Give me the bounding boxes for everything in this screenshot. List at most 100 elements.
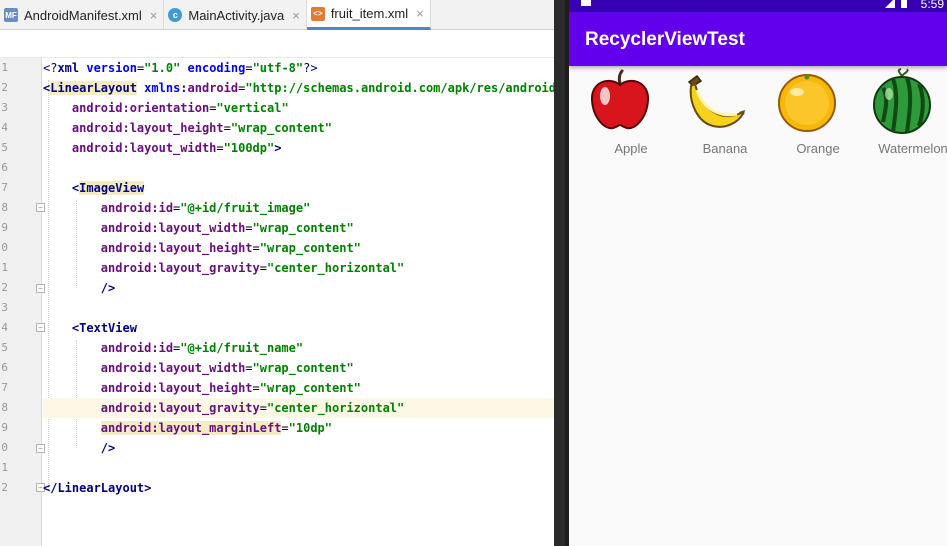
line-number: 8: [1, 401, 8, 414]
status-time: 5:59: [920, 0, 944, 11]
code-line: />: [43, 438, 554, 458]
code-line: android:layout_gravity="center_horizonta…: [43, 258, 554, 278]
banana-icon: [687, 74, 745, 128]
line-number: 1: [1, 461, 8, 474]
token-eq: =: [216, 141, 224, 155]
tab-label: MainActivity.java: [188, 7, 285, 23]
token-tag: xml: [57, 61, 87, 75]
tab-label: fruit_item.xml: [330, 6, 409, 21]
code-line: <ImageView: [43, 178, 554, 198]
token-attr: android:orientation: [71, 101, 210, 115]
line-number: 7: [1, 181, 8, 194]
watermelon-icon: [873, 68, 931, 134]
line-number: 2: [1, 481, 8, 494]
token-bracket: />: [100, 441, 116, 455]
code-line: android:id="@+id/fruit_image": [43, 198, 554, 218]
token-string: "utf-8": [252, 61, 304, 75]
manifest-file-icon: MF: [4, 8, 18, 22]
line-number: 9: [1, 221, 8, 234]
token-attr: encoding: [187, 61, 246, 75]
token-string: "wrap_content": [259, 241, 361, 255]
token-attr: android:layout_height: [100, 381, 253, 395]
pane-divider[interactable]: [554, 0, 569, 546]
token-tag: TextView: [79, 321, 137, 335]
token-attr: android:layout_width: [71, 141, 217, 155]
token-tag: ImageView: [79, 181, 145, 195]
emulator-screen: 5:59 RecyclerViewTest Apple Banana Orang…: [569, 0, 947, 546]
token-string: "1.0": [144, 61, 181, 75]
token-eq: =: [281, 421, 289, 435]
token-tag: LinearLayout: [57, 481, 145, 495]
token-string: "center_horizontal": [266, 261, 405, 275]
fruit-name: Watermelon: [878, 141, 947, 156]
orange-icon: [778, 74, 836, 132]
code-line: <LinearLayout xmlns:android="http://sche…: [43, 78, 554, 98]
line-number: 0: [1, 441, 8, 454]
close-icon[interactable]: ×: [150, 8, 158, 23]
token-string: "wrap_content": [252, 221, 354, 235]
token-attr: android:layout_gravity: [100, 261, 260, 275]
xml-code-area[interactable]: <?xml version="1.0" encoding="utf-8"?> <…: [43, 58, 554, 546]
fruit-item[interactable]: Watermelon: [857, 66, 947, 162]
line-number: 8: [1, 201, 8, 214]
tab-fruit-item[interactable]: <> fruit_item.xml ×: [306, 0, 431, 30]
close-icon[interactable]: ×: [292, 8, 300, 23]
token-attr: android:layout_width: [100, 221, 246, 235]
tab-main-activity[interactable]: c MainActivity.java ×: [164, 0, 307, 30]
editor-breadcrumb-strip: [0, 30, 554, 58]
java-class-icon: c: [168, 8, 183, 22]
line-number: 2: [1, 81, 8, 94]
line-number: 1: [1, 261, 8, 274]
apple-icon: [590, 69, 650, 130]
fruit-item[interactable]: Banana: [669, 66, 769, 162]
tab-label: AndroidManifest.xml: [24, 7, 142, 23]
token-eq: =: [245, 361, 253, 375]
close-icon[interactable]: ×: [416, 6, 424, 21]
code-editor-pane: MF AndroidManifest.xml × c MainActivity.…: [0, 0, 554, 546]
tab-android-manifest[interactable]: MF AndroidManifest.xml ×: [0, 0, 165, 30]
token-eq: =: [245, 221, 253, 235]
token-attr: android:layout_gravity: [100, 401, 260, 415]
token-eq: =: [252, 241, 260, 255]
xml-layout-file-icon: <>: [310, 6, 325, 21]
code-line: android:layout_width="100dp">: [43, 138, 554, 158]
token-bracket: >: [274, 141, 282, 155]
code-line: android:layout_height="wrap_content": [43, 238, 554, 258]
token-string: "http://schemas.android.com/apk/res/andr…: [245, 81, 554, 95]
token-attr: android:layout_height: [100, 241, 253, 255]
code-line: />: [43, 278, 554, 298]
line-number: 1: [1, 61, 8, 74]
token-pi: ?>: [303, 61, 318, 75]
line-number: 9: [1, 421, 8, 434]
line-number: 0: [1, 241, 8, 254]
token-string: "vertical": [216, 101, 289, 115]
line-number-gutter: 1 2 3 4 5 6 7 8 9 0 1 2 3 4 5 6 7 8 9 0 …: [0, 58, 45, 546]
token-namespace: xmlns:: [144, 81, 188, 95]
token-string: "wrap_content": [259, 381, 361, 395]
token-attr: version: [86, 61, 137, 75]
status-bar: 5:59: [569, 0, 947, 12]
line-number: 7: [1, 381, 8, 394]
token-bracket: />: [100, 281, 116, 295]
token-string: "center_horizontal": [266, 401, 405, 415]
fruit-item[interactable]: Orange: [762, 66, 862, 162]
fruit-item[interactable]: Apple: [575, 66, 675, 162]
token-attr-warning: android:layout_marginLeft: [100, 421, 282, 435]
code-line: android:layout_width="wrap_content": [43, 358, 554, 378]
code-line: android:layout_marginLeft="10dp": [43, 418, 554, 438]
line-number: 3: [1, 101, 8, 114]
